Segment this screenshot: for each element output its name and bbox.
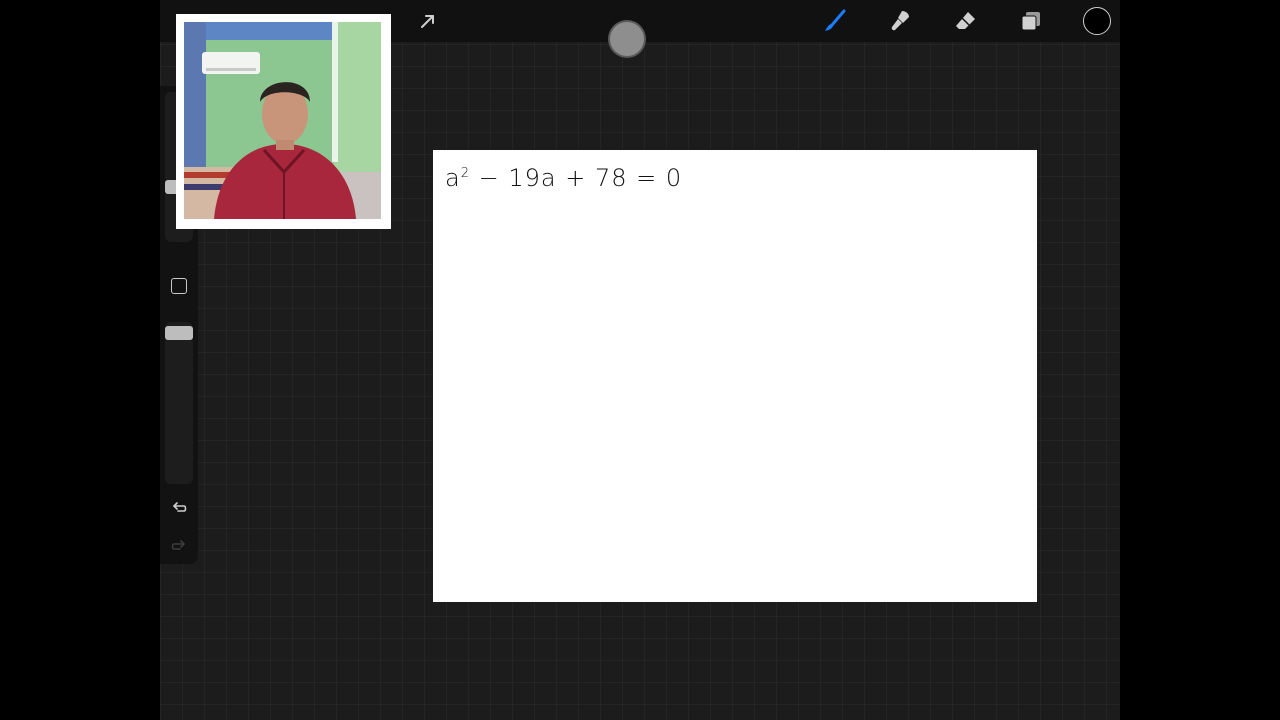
current-color bbox=[1083, 7, 1111, 35]
equation-exponent: 2 bbox=[460, 166, 470, 181]
equation-rest: − 19a + 78 = 0 bbox=[470, 164, 683, 192]
webcam-video bbox=[184, 22, 381, 219]
brush-icon[interactable] bbox=[820, 6, 850, 36]
drawing-canvas[interactable]: a2 − 19a + 78 = 0 bbox=[433, 150, 1037, 602]
transform-icon[interactable] bbox=[413, 6, 443, 36]
smudge-icon[interactable] bbox=[885, 6, 915, 36]
opacity-slider[interactable] bbox=[165, 322, 193, 484]
redo-button[interactable] bbox=[169, 536, 189, 556]
redo-icon bbox=[171, 540, 185, 550]
equation-base: a bbox=[445, 164, 461, 192]
presenter-video-frame bbox=[184, 22, 381, 219]
handwritten-equation: a2 − 19a + 78 = 0 bbox=[445, 164, 682, 192]
window-drag-handle[interactable] bbox=[610, 22, 644, 56]
undo-icon bbox=[173, 502, 187, 512]
undo-button[interactable] bbox=[169, 498, 189, 518]
eraser-icon[interactable] bbox=[951, 6, 981, 36]
webcam-overlay bbox=[176, 14, 391, 229]
modify-button[interactable] bbox=[171, 278, 187, 294]
layers-icon[interactable] bbox=[1016, 6, 1046, 36]
opacity-thumb[interactable] bbox=[165, 326, 193, 340]
drawing-app: a2 − 19a + 78 = 0 bbox=[160, 0, 1120, 720]
color-swatch[interactable] bbox=[1082, 6, 1112, 36]
